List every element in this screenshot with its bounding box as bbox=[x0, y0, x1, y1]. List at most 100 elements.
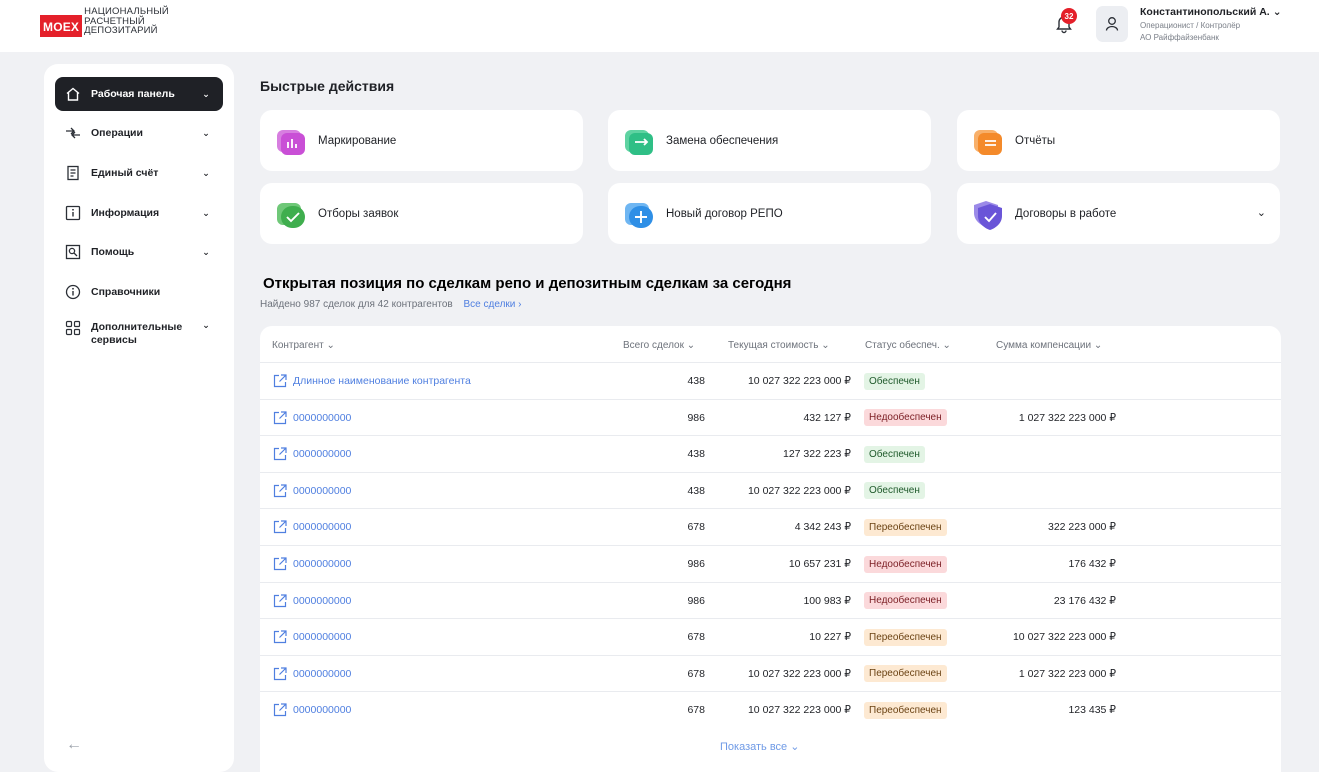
positions-title: Открытая позиция по сделкам репо и депоз… bbox=[263, 275, 792, 292]
table-row[interactable]: 0000000000 678 10 027 322 223 000 ₽ Переобе… bbox=[260, 691, 1281, 728]
chevron-down-icon: ⌄ bbox=[326, 340, 335, 351]
chevron-down-icon: ⌄ bbox=[790, 741, 800, 753]
counterparty-name: 0000000000 bbox=[293, 411, 352, 424]
column-header-total-deals[interactable]: Всего сделок ⌄ bbox=[623, 340, 695, 351]
table-row[interactable]: 0000000000 986 10 657 231 ₽ Недообеспечен 17… bbox=[260, 545, 1281, 582]
external-link-icon bbox=[273, 630, 287, 644]
sidebar-item-additional-services[interactable]: Дополнительные сервисы ⌄ bbox=[55, 316, 223, 356]
quick-action-marking[interactable]: Маркирование bbox=[260, 110, 583, 171]
external-link-icon bbox=[273, 703, 287, 717]
sidebar-item-help[interactable]: Помощь ⌄ bbox=[55, 235, 223, 269]
quick-action-collateral-replacement[interactable]: Замена обеспечения bbox=[608, 110, 931, 171]
show-all-button[interactable]: Показать все ⌄ bbox=[720, 740, 799, 753]
quick-action-reports[interactable]: Отчёты bbox=[957, 110, 1280, 171]
info-circle-icon bbox=[65, 284, 81, 300]
logo-text: НАЦИОНАЛЬНЫЙ РАСЧЕТНЫЙ ДЕПОЗИТАРИЙ bbox=[84, 7, 169, 36]
column-header-label: Текущая стоимость bbox=[728, 340, 819, 351]
table-row[interactable]: 0000000000 986 432 127 ₽ Недообеспечен 1 027… bbox=[260, 398, 1281, 436]
status-cell: Обеспечен bbox=[864, 363, 925, 399]
compensation-amount: 176 432 ₽ bbox=[1068, 558, 1116, 570]
counterparty-link[interactable]: 0000000000 bbox=[272, 509, 351, 545]
arrow-left-icon[interactable]: ← bbox=[66, 736, 82, 754]
user-icon bbox=[1105, 17, 1119, 31]
column-header-current-value[interactable]: Текущая стоимость ⌄ bbox=[728, 340, 830, 351]
external-link-icon bbox=[273, 410, 287, 424]
counterparty-link[interactable]: Длинное наименование контрагента bbox=[272, 363, 471, 399]
counterparty-name: 0000000000 bbox=[293, 484, 352, 497]
table-row[interactable]: 0000000000 678 4 342 243 ₽ Переобеспечен 322… bbox=[260, 508, 1281, 545]
table-row[interactable]: 0000000000 986 100 983 ₽ Недообеспечен 23 17… bbox=[260, 581, 1281, 619]
counterparty-link[interactable]: 0000000000 bbox=[272, 400, 351, 436]
status-badge: Недообеспечен bbox=[864, 555, 947, 573]
current-value: 100 983 ₽ bbox=[803, 594, 851, 607]
current-value: 10 227 ₽ bbox=[809, 631, 851, 644]
shield-check-icon bbox=[974, 200, 1002, 230]
table-row[interactable]: 0000000000 438 10 027 322 223 000 ₽ Обеспеч… bbox=[260, 471, 1281, 509]
counterparty-link[interactable]: 0000000000 bbox=[272, 436, 351, 472]
quick-actions-title: Быстрые действия bbox=[260, 78, 395, 94]
show-all-label: Показать все bbox=[720, 741, 788, 753]
chevron-down-icon: ⌄ bbox=[202, 127, 210, 138]
deals-count: 678 bbox=[687, 704, 705, 717]
sidebar-item-directories[interactable]: Справочники bbox=[55, 275, 223, 309]
counterparty-link[interactable]: 0000000000 bbox=[272, 656, 351, 692]
positions-subtitle: Найдено 987 сделок для 42 контрагентов bbox=[260, 299, 453, 310]
column-header-counterparty[interactable]: Контрагент ⌄ bbox=[272, 340, 335, 351]
status-badge: Обеспечен bbox=[864, 372, 925, 390]
external-link-icon bbox=[273, 557, 287, 571]
counterparty-link[interactable]: 0000000000 bbox=[272, 583, 351, 619]
quick-action-order-selection[interactable]: Отборы заявок bbox=[260, 183, 583, 244]
chevron-down-icon: ⌄ bbox=[821, 340, 830, 351]
current-value: 10 027 322 223 000 ₽ bbox=[747, 667, 851, 680]
counterparty-link[interactable]: 0000000000 bbox=[272, 546, 351, 582]
quick-action-label: Новый договор РЕПО bbox=[666, 207, 783, 220]
sidebar-item-label: Дополнительные сервисы bbox=[91, 321, 183, 346]
deals-count: 986 bbox=[687, 594, 705, 607]
status-cell: Недообеспечен bbox=[864, 400, 947, 436]
status-badge: Переобеспечен bbox=[864, 628, 947, 646]
user-name: Константинопольский А. bbox=[1140, 6, 1270, 18]
status-badge: Обеспечен bbox=[864, 482, 925, 500]
chevron-down-icon[interactable]: ⌄ bbox=[1257, 206, 1266, 219]
status-cell: Переобеспечен bbox=[864, 656, 947, 692]
table-row[interactable]: 0000000000 438 127 322 223 ₽ Обеспечен bbox=[260, 435, 1281, 472]
status-cell: Недообеспечен bbox=[864, 583, 947, 619]
all-deals-link[interactable]: Все сделки › bbox=[464, 299, 522, 310]
exchange-icon bbox=[625, 129, 653, 155]
column-header-collateral-status[interactable]: Статус обеспеч. ⌄ bbox=[865, 340, 951, 351]
quick-action-new-repo-contract[interactable]: Новый договор РЕПО bbox=[608, 183, 931, 244]
status-badge: Обеспечен bbox=[864, 445, 925, 463]
deals-count: 678 bbox=[687, 667, 705, 680]
user-org: АО Райффайзенбанк bbox=[1140, 33, 1219, 42]
user-role: Операционист / Контролёр bbox=[1140, 21, 1241, 30]
current-value: 10 027 322 223 000 ₽ bbox=[747, 375, 851, 387]
compensation-amount: 322 223 000 ₽ bbox=[1048, 521, 1116, 534]
current-value: 10 027 322 223 000 ₽ bbox=[747, 704, 851, 717]
column-header-label: Всего сделок bbox=[623, 340, 684, 351]
moex-logo[interactable]: MOEX НАЦИОНАЛЬНЫЙ РАСЧЕТНЫЙ ДЕПОЗИТАРИЙ bbox=[40, 6, 169, 37]
info-square-icon bbox=[65, 205, 81, 221]
quick-action-label: Отборы заявок bbox=[318, 207, 399, 220]
table-row[interactable]: 0000000000 678 10 227 ₽ Переобеспечен 10 027… bbox=[260, 618, 1281, 655]
status-cell: Обеспечен bbox=[864, 436, 925, 472]
column-header-compensation[interactable]: Сумма компенсации ⌄ bbox=[996, 340, 1102, 351]
status-cell: Переобеспечен bbox=[864, 692, 947, 728]
current-value: 4 342 243 ₽ bbox=[794, 521, 851, 534]
sidebar-item-operations[interactable]: Операции ⌄ bbox=[55, 116, 223, 150]
sidebar-item-single-account[interactable]: Единый счёт ⌄ bbox=[55, 156, 223, 190]
status-badge: Переобеспечен bbox=[864, 665, 947, 683]
sidebar-item-dashboard[interactable]: Рабочая панель ⌄ bbox=[55, 77, 223, 111]
sidebar-item-information[interactable]: Информация ⌄ bbox=[55, 196, 223, 230]
counterparty-link[interactable]: 0000000000 bbox=[272, 692, 351, 728]
counterparty-name: Длинное наименование контрагента bbox=[293, 375, 471, 387]
status-cell: Переобеспечен bbox=[864, 509, 947, 545]
counterparty-link[interactable]: 0000000000 bbox=[272, 619, 351, 655]
user-menu[interactable]: Константинопольский А. ⌄ Операционист / К… bbox=[1140, 6, 1315, 42]
avatar[interactable] bbox=[1096, 6, 1128, 42]
table-row[interactable]: 0000000000 678 10 027 322 223 000 ₽ Переобе… bbox=[260, 654, 1281, 692]
quick-action-contracts-in-progress[interactable]: Договоры в работе ⌄ bbox=[957, 183, 1280, 244]
table-row[interactable]: Длинное наименование контрагента 438 10 02… bbox=[260, 362, 1281, 399]
column-header-label: Статус обеспеч. bbox=[865, 340, 940, 351]
sidebar-item-label: Информация bbox=[91, 206, 160, 219]
counterparty-link[interactable]: 0000000000 bbox=[272, 473, 351, 509]
